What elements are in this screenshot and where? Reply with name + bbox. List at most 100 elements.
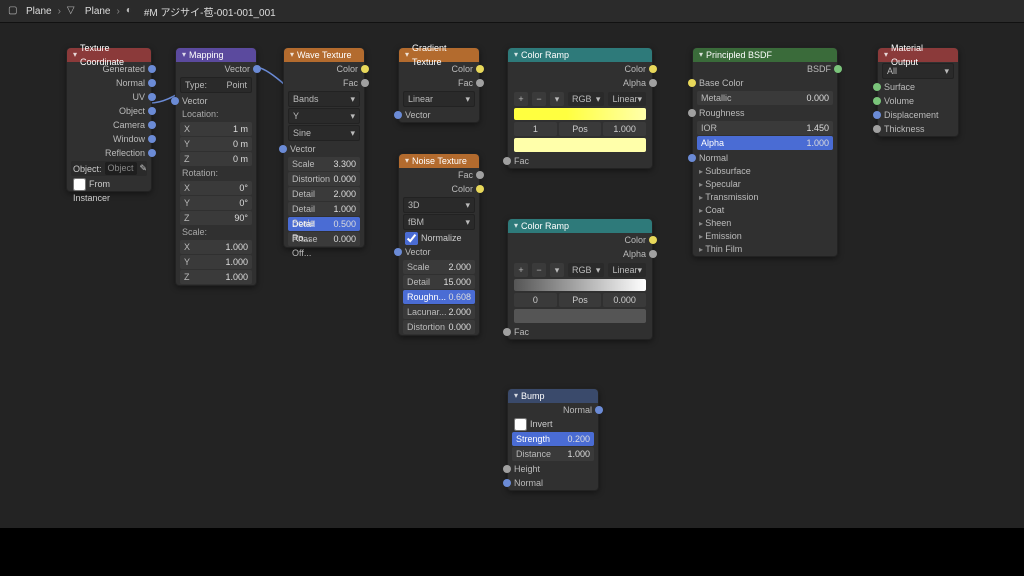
exp-transmission[interactable]: Transmission [693,191,837,204]
socket-window[interactable]: Window [67,132,151,146]
wave-scale[interactable]: Scale3.300 [288,157,360,171]
crumb-object[interactable]: Plane [26,6,52,17]
bsdf-ior[interactable]: IOR1.450 [697,121,833,135]
noise-lac[interactable]: Lacunar...2.000 [403,305,475,319]
node-header[interactable]: Noise Texture [399,154,479,168]
rot-x[interactable]: X0° [180,181,252,195]
bsdf-alpha[interactable]: Alpha1.000 [697,136,833,150]
grad-type[interactable]: Linear▾ [403,91,475,107]
socket-uv[interactable]: UV [67,90,151,104]
eyedropper-icon[interactable]: ✎ [140,163,148,174]
exp-sheen[interactable]: Sheen [693,217,837,230]
ramp-gradient[interactable] [514,108,646,120]
loc-x[interactable]: X1 m [180,122,252,136]
socket-thickness[interactable]: Thickness [878,122,958,136]
node-color-ramp-1[interactable]: Color Ramp Color Alpha +−▾RGB▾Linear▾ 1P… [507,47,653,169]
node-texture-coordinate[interactable]: Texture Coordinate Generated Normal UV O… [66,47,152,192]
noise-detail[interactable]: Detail15.000 [403,275,475,289]
noise-rough[interactable]: Roughn...0.608 [403,290,475,304]
socket-normal[interactable]: Normal [693,151,837,165]
from-instancer-check[interactable]: From Instancer [67,177,151,191]
socket-alpha[interactable]: Alpha [508,247,652,261]
socket-fac[interactable]: Fac [399,76,479,90]
exp-specular[interactable]: Specular [693,178,837,191]
noise-normalize[interactable]: Normalize [399,231,479,245]
wave-dir[interactable]: Y▾ [288,108,360,124]
socket-vector-in[interactable]: Vector [399,108,479,122]
node-header[interactable]: Bump [508,389,598,403]
node-header[interactable]: Wave Texture [284,48,364,62]
ramp-swatch[interactable] [514,309,646,323]
ramp-pos[interactable]: 1Pos1.000 [514,122,646,136]
socket-surface[interactable]: Surface [878,80,958,94]
socket-vector-in[interactable]: Vector [399,245,479,259]
socket-object[interactable]: Object [67,104,151,118]
sca-y[interactable]: Y1.000 [180,255,252,269]
socket-vector-out[interactable]: Vector [176,62,256,76]
socket-generated[interactable]: Generated [67,62,151,76]
ramp-controls[interactable]: +−▾RGB▾Linear▾ [514,92,646,106]
socket-reflection[interactable]: Reflection [67,146,151,160]
wave-detail-rough[interactable]: Detail Ro...0.500 [288,217,360,231]
sca-x[interactable]: X1.000 [180,240,252,254]
noise-dist[interactable]: Distortion0.000 [403,320,475,334]
exp-coat[interactable]: Coat [693,204,837,217]
socket-vector-in[interactable]: Vector [176,94,256,108]
wave-detail[interactable]: Detail2.000 [288,187,360,201]
socket-fac[interactable]: Fac [399,168,479,182]
socket-height[interactable]: Height [508,462,598,476]
socket-normal-in[interactable]: Normal [508,476,598,490]
ramp-pos[interactable]: 0Pos0.000 [514,293,646,307]
socket-color[interactable]: Color [399,62,479,76]
node-header[interactable]: Material Output [878,48,958,62]
node-header[interactable]: Color Ramp [508,48,652,62]
wave-detail-scale[interactable]: Detail Scale1.000 [288,202,360,216]
node-noise-texture[interactable]: Noise Texture Fac Color 3D▾ fBM▾ Normali… [398,153,480,336]
loc-y[interactable]: Y0 m [180,137,252,151]
socket-alpha[interactable]: Alpha [508,76,652,90]
crumb-mesh[interactable]: Plane [85,6,111,17]
type-dropdown[interactable]: Type:Point [180,77,252,93]
rot-z[interactable]: Z90° [180,211,252,225]
sca-z[interactable]: Z1.000 [180,270,252,284]
socket-displacement[interactable]: Displacement [878,108,958,122]
socket-bsdf[interactable]: BSDF [693,62,837,76]
wave-distortion[interactable]: Distortion0.000 [288,172,360,186]
bump-strength[interactable]: Strength0.200 [512,432,594,446]
node-color-ramp-2[interactable]: Color Ramp Color Alpha +−▾RGB▾Linear▾ 0P… [507,218,653,340]
socket-base-color[interactable]: Base Color [693,76,837,90]
socket-fac[interactable]: Fac [284,76,364,90]
node-bump[interactable]: Bump Normal Invert Strength0.200 Distanc… [507,388,599,491]
ramp-controls[interactable]: +−▾RGB▾Linear▾ [514,263,646,277]
socket-normal-out[interactable]: Normal [508,403,598,417]
socket-fac[interactable]: Fac [508,325,652,339]
socket-volume[interactable]: Volume [878,94,958,108]
socket-normal[interactable]: Normal [67,76,151,90]
socket-color[interactable]: Color [508,233,652,247]
socket-color[interactable]: Color [284,62,364,76]
socket-fac[interactable]: Fac [508,154,652,168]
node-principled-bsdf[interactable]: Principled BSDF BSDF Base Color Metallic… [692,47,838,257]
node-header[interactable]: Mapping [176,48,256,62]
wave-profile[interactable]: Sine▾ [288,125,360,141]
socket-camera[interactable]: Camera [67,118,151,132]
node-material-output[interactable]: Material Output All▾ Surface Volume Disp… [877,47,959,137]
bsdf-metallic[interactable]: Metallic0.000 [697,91,833,105]
object-reference[interactable]: Object:Object✎ [71,161,147,176]
socket-roughness[interactable]: Roughness [693,106,837,120]
exp-thinfilm[interactable]: Thin Film [693,243,837,256]
wave-phase[interactable]: Phase Off...0.000 [288,232,360,246]
ramp-gradient[interactable] [514,279,646,291]
noise-dim[interactable]: 3D▾ [403,197,475,213]
exp-subsurface[interactable]: Subsurface [693,165,837,178]
socket-vector-in[interactable]: Vector [284,142,364,156]
node-mapping[interactable]: Mapping Vector Type:Point Vector Locatio… [175,47,257,286]
crumb-material[interactable]: #M アジサイ-苞-001-001_001 [144,4,276,19]
bump-invert[interactable]: Invert [508,417,598,431]
noise-type[interactable]: fBM▾ [403,214,475,230]
node-header[interactable]: Gradient Texture [399,48,479,62]
bump-distance[interactable]: Distance1.000 [512,447,594,461]
node-wave-texture[interactable]: Wave Texture Color Fac Bands▾ Y▾ Sine▾ V… [283,47,365,248]
loc-z[interactable]: Z0 m [180,152,252,166]
node-header[interactable]: Texture Coordinate [67,48,151,62]
